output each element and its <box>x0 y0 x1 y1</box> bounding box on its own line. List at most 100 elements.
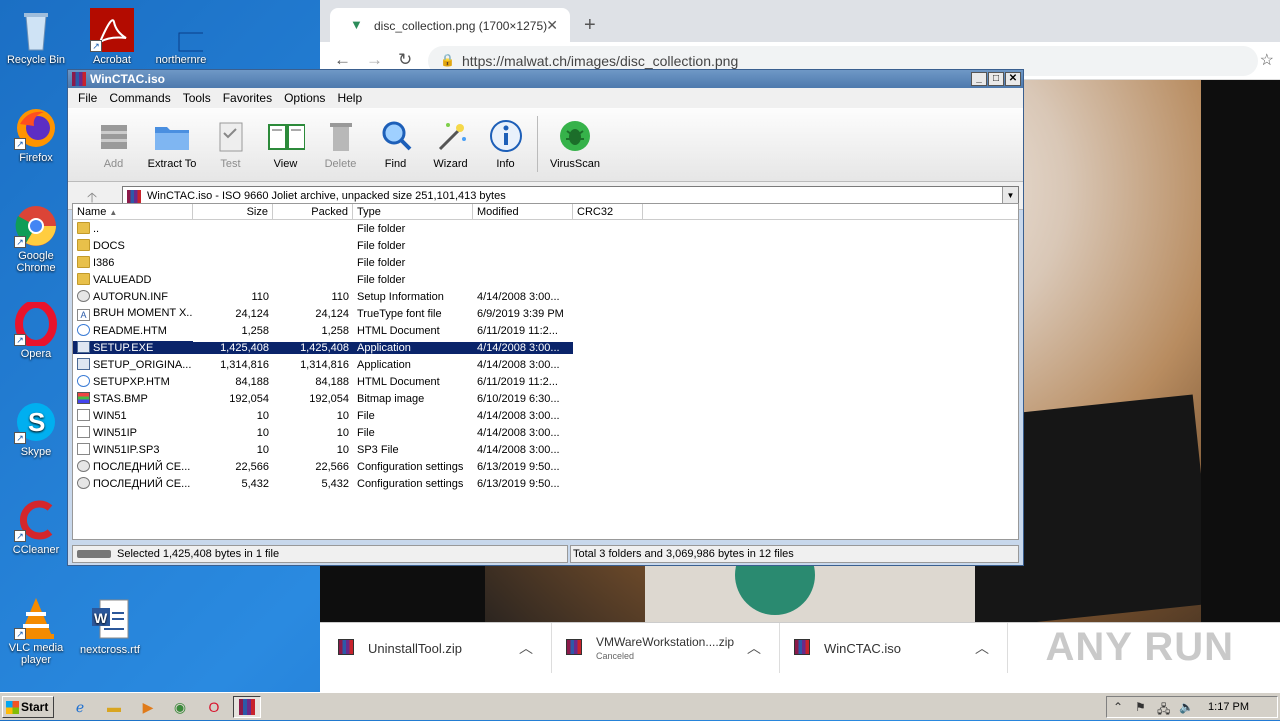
explorer-taskbar-icon[interactable]: ▬ <box>100 696 128 718</box>
virusscan-button[interactable]: VirusScan <box>544 116 606 181</box>
desktop-icon-northernre[interactable]: northernre <box>146 8 222 64</box>
file-row[interactable]: .. File folder <box>73 220 1018 237</box>
info-button[interactable]: Info <box>478 116 533 181</box>
column-modified[interactable]: Modified <box>473 204 573 219</box>
wizard-label: Wizard <box>433 158 468 170</box>
menu-file[interactable]: File <box>72 91 103 108</box>
file-name-text: BRUH MOMENT X... <box>93 306 193 319</box>
desktop-icon-recycle-bin[interactable]: Recycle Bin <box>1 8 71 66</box>
file-row[interactable]: README.HTM 1,258 1,258 HTML Document 6/11/20… <box>73 322 1018 339</box>
desktop-icon-opera[interactable]: ↗ Opera <box>1 300 71 360</box>
file-size: 1,258 <box>241 324 269 337</box>
chrome-icon: ↗ <box>14 204 58 248</box>
clock[interactable]: 1:17 PM <box>1208 701 1249 713</box>
file-row[interactable]: WIN51 10 10 File 4/14/2008 3:00... <box>73 407 1018 424</box>
browser-tab[interactable]: ▼ disc_collection.png (1700×1275) ✕ <box>330 8 570 42</box>
network-icon[interactable]: 🖧 <box>1157 700 1170 721</box>
back-icon[interactable]: ← <box>334 50 351 70</box>
file-row[interactable]: SETUPXP.HTM 84,188 84,188 HTML Document 6/11… <box>73 373 1018 390</box>
file-modified: 6/11/2019 11:2... <box>477 324 558 337</box>
desktop-icon-chrome[interactable]: ↗ Google Chrome <box>1 204 71 274</box>
file-row[interactable]: SETUP.EXE 1,425,408 1,425,408 Application 4/… <box>73 339 1018 356</box>
forward-icon[interactable]: → <box>366 50 383 70</box>
new-tab-icon[interactable]: + <box>584 14 596 37</box>
test-button[interactable]: Test <box>203 116 258 181</box>
cfg-file-icon <box>77 290 90 302</box>
menu-favorites[interactable]: Favorites <box>217 91 278 108</box>
desktop-icon-skype[interactable]: S ↗ Skype <box>1 400 71 458</box>
file-row[interactable]: ПОСЛЕДНИЙ СЕ... 5,432 5,432 Configuration s… <box>73 475 1018 492</box>
download-item[interactable]: WinCTAC.iso ︿ <box>776 623 1008 673</box>
file-row[interactable]: A BRUH MOMENT X... 24,124 24,124 TrueType fo… <box>73 305 1018 322</box>
view-button[interactable]: View <box>258 116 313 181</box>
file-row[interactable]: WIN51IP 10 10 File 4/14/2008 3:00... <box>73 424 1018 441</box>
minimize-button[interactable]: _ <box>971 72 987 86</box>
column-name-label: Name <box>77 206 107 218</box>
desktop-icon-label: Acrobat <box>93 54 131 64</box>
status-selection: Selected 1,425,408 bytes in 1 file <box>72 545 568 563</box>
action-center-flag-icon[interactable]: ⚑ <box>1135 700 1146 714</box>
chrome-taskbar-icon[interactable]: ◉ <box>166 696 194 718</box>
delete-button[interactable]: Delete <box>313 116 368 181</box>
maximize-button[interactable]: □ <box>988 72 1004 86</box>
download-item[interactable]: UninstallTool.zip ︿ <box>320 623 552 673</box>
desktop-icon-firefox[interactable]: ↗ Firefox <box>1 106 71 164</box>
menu-help[interactable]: Help <box>331 91 368 108</box>
winrar-taskbar-icon[interactable] <box>233 696 261 718</box>
skype-icon: S ↗ <box>14 400 58 444</box>
file-icon <box>159 8 222 52</box>
start-button[interactable]: Start <box>2 696 54 718</box>
media-player-taskbar-icon[interactable]: ▶ <box>134 696 162 718</box>
file-name: VALUEADD <box>73 273 193 286</box>
chevron-up-icon[interactable]: ︿ <box>747 638 761 658</box>
window-titlebar[interactable]: WinCTAC.iso _ □ ✕ <box>68 70 1023 88</box>
show-hidden-icons-icon[interactable]: ⌃ <box>1113 700 1123 714</box>
column-size[interactable]: Size <box>193 204 273 219</box>
ie-taskbar-icon[interactable]: ℯ <box>66 696 94 718</box>
download-item[interactable]: VMWareWorkstation....zip Canceled ︿ <box>548 623 780 673</box>
file-row[interactable]: I386 File folder <box>73 254 1018 271</box>
close-button[interactable]: ✕ <box>1005 72 1021 86</box>
chevron-up-icon[interactable]: ︿ <box>519 638 533 658</box>
menu-commands[interactable]: Commands <box>103 91 176 108</box>
add-button[interactable]: Add <box>86 116 141 181</box>
volume-icon[interactable]: 🔈 <box>1179 700 1194 714</box>
chevron-up-icon[interactable]: ︿ <box>975 638 989 658</box>
desktop-icon-vlc[interactable]: ↗ VLC media player <box>1 596 71 666</box>
find-button[interactable]: Find <box>368 116 423 181</box>
desktop-icon-ccleaner[interactable]: ↗ CCleaner <box>1 498 71 556</box>
shortcut-arrow-icon: ↗ <box>14 628 26 640</box>
menu-options[interactable]: Options <box>278 91 331 108</box>
extract-to-button[interactable]: Extract To <box>141 116 203 181</box>
extract-to-label: Extract To <box>147 158 197 170</box>
desktop-icon-label: Google Chrome <box>16 250 56 274</box>
file-row[interactable]: VALUEADD File folder <box>73 271 1018 288</box>
file-row[interactable]: ПОСЛЕДНИЙ СЕ... 22,566 22,566 Configuration… <box>73 458 1018 475</box>
column-packed[interactable]: Packed <box>273 204 353 219</box>
menu-bar: File Commands Tools Favorites Options He… <box>68 88 1023 108</box>
cfg-file-icon <box>77 477 90 489</box>
wizard-button[interactable]: Wizard <box>423 116 478 181</box>
winrar-icon <box>72 72 86 86</box>
file-row[interactable]: WIN51IP.SP3 10 10 SP3 File 4/14/2008 3:00... <box>73 441 1018 458</box>
file-row[interactable]: AUTORUN.INF 110 110 Setup Information 4/14/2… <box>73 288 1018 305</box>
bookmark-star-icon[interactable]: ☆ <box>1260 50 1274 70</box>
file-row[interactable]: SETUP_ORIGINA... 1,314,816 1,314,816 Applic… <box>73 356 1018 373</box>
desktop-icon-nextcross[interactable]: W nextcross.rtf <box>75 598 145 656</box>
column-crc32[interactable]: CRC32 <box>573 204 643 219</box>
file-name-text: SETUP_ORIGINA... <box>93 359 192 371</box>
menu-tools[interactable]: Tools <box>177 91 217 108</box>
opera-taskbar-icon[interactable]: O <box>200 696 228 718</box>
column-name[interactable]: Name ▲ <box>73 204 193 219</box>
column-type[interactable]: Type <box>353 204 473 219</box>
file-name: WIN51IP.SP3 <box>73 443 193 456</box>
close-tab-icon[interactable]: ✕ <box>546 17 558 34</box>
file-name: DOCS <box>73 239 193 252</box>
file-name-text: WIN51IP <box>93 427 138 439</box>
archive-icon <box>127 190 141 203</box>
desktop-icon-acrobat[interactable]: ↗ Acrobat <box>77 8 147 64</box>
file-modified: 4/14/2008 3:00... <box>477 358 560 371</box>
file-row[interactable]: DOCS File folder <box>73 237 1018 254</box>
file-row[interactable]: STAS.BMP 192,054 192,054 Bitmap image 6/10/2… <box>73 390 1018 407</box>
reload-icon[interactable]: ↻ <box>398 50 412 70</box>
